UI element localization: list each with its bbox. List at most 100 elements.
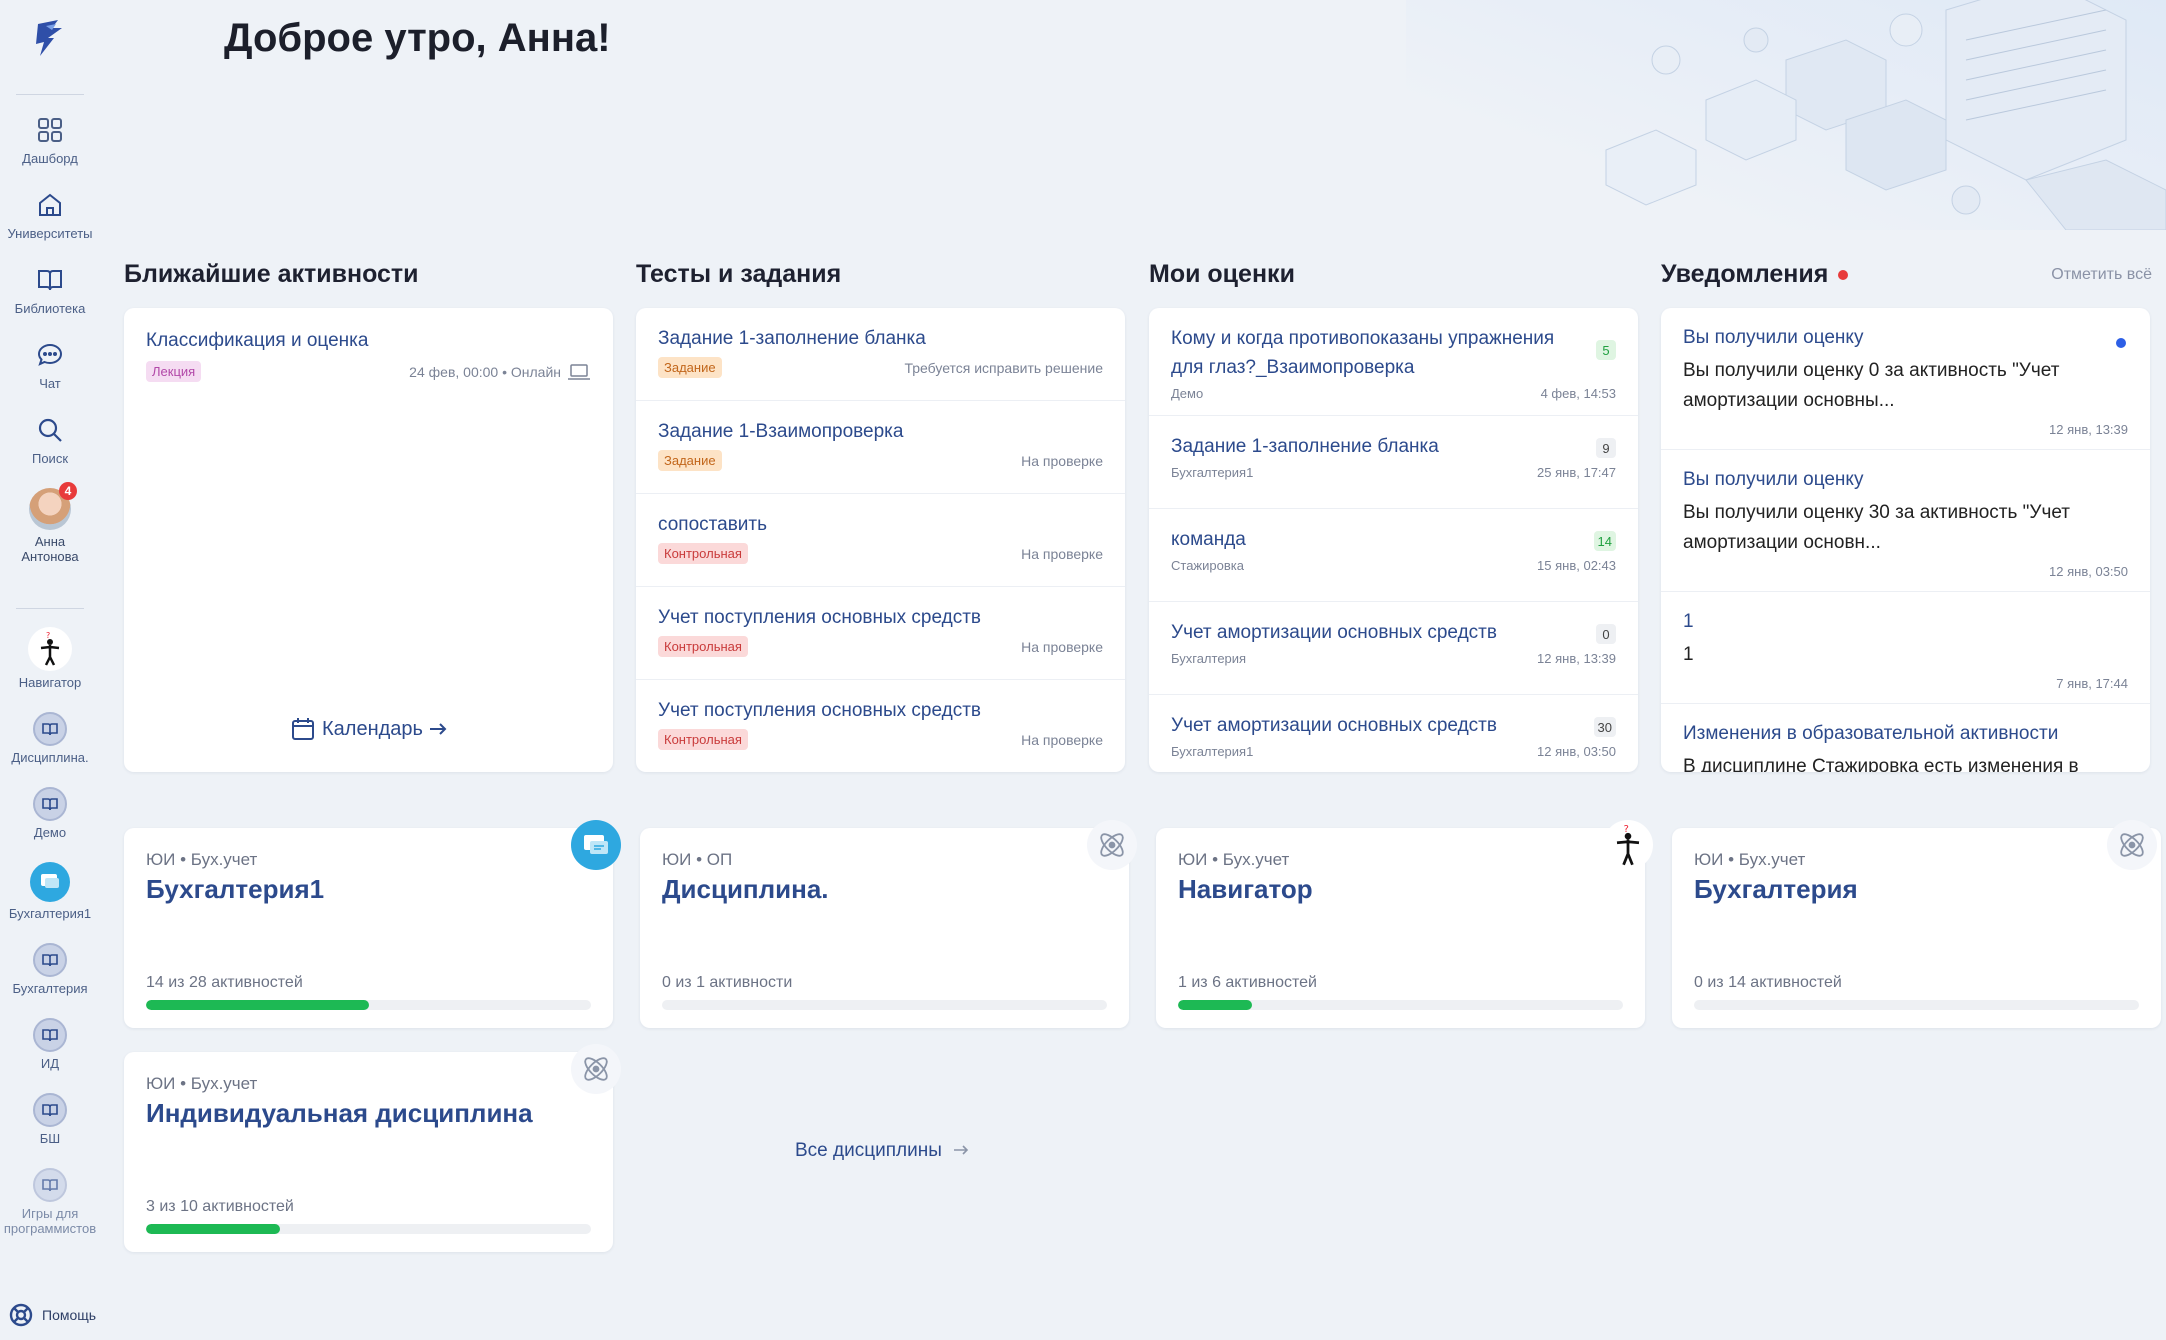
sidebar-discipline-accounting1[interactable]: Бухгалтерия1: [0, 862, 100, 921]
notification-item[interactable]: Вы получили оценку Вы получили оценку 30…: [1661, 450, 2150, 592]
sidebar-item-label: ИД: [40, 1056, 60, 1071]
discipline-progress-bar: [1694, 1000, 2139, 1010]
help-button[interactable]: Помощь: [8, 1302, 96, 1328]
sidebar-discipline-discipline[interactable]: Дисциплина.: [0, 712, 100, 765]
activities-card: Классификация и оценка Лекция 24 фев, 00…: [124, 308, 613, 772]
discipline-crumb: ЮИ • Бух.учет: [1694, 850, 1806, 869]
discipline-title: Дисциплина.: [662, 874, 829, 904]
grade-date: 4 фев, 14:53: [1540, 386, 1616, 401]
dashboard-icon: [33, 113, 67, 147]
notification-title: 1: [1683, 611, 1694, 632]
calendar-icon: [292, 718, 315, 740]
discipline-progress-label: 14 из 28 активностей: [146, 974, 303, 991]
grade-course: Демо: [1171, 386, 1204, 401]
test-status: На проверке: [1021, 545, 1103, 562]
sidebar-item-label: Игры для программистов: [3, 1206, 97, 1236]
chat-icon: [33, 338, 67, 372]
sidebar-item-label: Дашборд: [22, 151, 78, 166]
activities-title: Ближайшие активности: [124, 260, 419, 288]
sidebar-discipline-bsh[interactable]: БШ: [0, 1093, 100, 1146]
discipline-progress-label: 3 из 10 активностей: [146, 1198, 294, 1215]
notification-title: Вы получили оценку: [1683, 469, 1864, 490]
notification-body: Вы получили оценку 30 за активность "Уче…: [1683, 502, 2070, 553]
sidebar-item-label: Навигатор: [18, 675, 82, 690]
sidebar-discipline-demo[interactable]: Демо: [0, 787, 100, 840]
activity-name: Классификация и оценка: [146, 330, 369, 351]
grades-title: Мои оценки: [1149, 260, 1295, 288]
sidebar-item-label: Дисциплина.: [11, 750, 89, 765]
sidebar-item-label: Бухгалтерия: [12, 981, 88, 996]
discipline-title: Бухгалтерия: [1694, 874, 1858, 904]
grade-course: Бухгалтерия: [1171, 651, 1247, 666]
notification-body: 1: [1683, 644, 1694, 665]
sidebar-item-profile[interactable]: 4 Анна Антонова: [0, 482, 100, 564]
discipline-progress-bar: [146, 1224, 591, 1234]
grade-date: 12 янв, 03:50: [1537, 744, 1616, 759]
test-item[interactable]: Задание 1-Взаимопроверка Задание На пров…: [636, 401, 1125, 494]
user-name: Анна Антонова: [21, 534, 79, 564]
notification-date: 12 янв, 13:39: [2049, 422, 2128, 437]
avatar: 4: [29, 482, 77, 530]
svg-text:?: ?: [46, 631, 50, 640]
search-icon: [33, 413, 67, 447]
discipline-crumb: ЮИ • Бух.учет: [146, 850, 258, 869]
discipline-card-discipline[interactable]: ЮИ • ОП Дисциплина. 0 из 1 активности: [640, 820, 1137, 1028]
grade-score: 0: [1596, 624, 1616, 644]
sidebar-discipline-accounting[interactable]: Бухгалтерия: [0, 943, 100, 996]
grade-item[interactable]: команда 14 Стажировка 15 янв, 02:43: [1149, 509, 1638, 602]
arrow-right-icon: [954, 1145, 969, 1155]
sidebar-item-search[interactable]: Поиск: [0, 413, 100, 466]
grade-name: команда: [1171, 529, 1246, 550]
notification-item[interactable]: 1 1 7 янв, 17:44: [1661, 592, 2150, 704]
activity-tag: Лекция: [146, 361, 202, 382]
logo-icon[interactable]: [22, 10, 78, 66]
book-icon: [33, 787, 67, 821]
unread-indicator: [2116, 338, 2126, 348]
sidebar-item-library[interactable]: Библиотека: [0, 263, 100, 316]
test-item[interactable]: Учет поступления основных средств Контро…: [636, 680, 1125, 772]
notification-item[interactable]: Изменения в образовательной активности В…: [1661, 704, 2150, 772]
grade-item[interactable]: Задание 1-заполнение бланка 9 Бухгалтери…: [1149, 416, 1638, 509]
sidebar-item-dashboard[interactable]: Дашборд: [0, 113, 100, 166]
test-status: Требуется исправить решение: [904, 359, 1103, 376]
notification-date: 12 янв, 03:50: [2049, 564, 2128, 579]
progress-fill: [146, 1000, 369, 1010]
test-item[interactable]: сопоставить Контрольная На проверке: [636, 494, 1125, 587]
sidebar-discipline-id[interactable]: ИД: [0, 1018, 100, 1071]
discipline-card-individual[interactable]: ЮИ • Бух.учет Индивидуальная дисциплина …: [124, 1044, 621, 1252]
tests-title: Тесты и задания: [636, 260, 842, 288]
atom-icon: [2107, 820, 2157, 870]
discipline-card-accounting[interactable]: ЮИ • Бух.учет Бухгалтерия 0 из 14 активн…: [1672, 820, 2161, 1028]
notifications-title-text: Уведомления: [1661, 260, 1829, 288]
grade-item[interactable]: Кому и когда противопоказаны упражнения …: [1149, 308, 1638, 416]
notifications-card: Вы получили оценку Вы получили оценку 0 …: [1661, 308, 2150, 772]
activity-item[interactable]: Классификация и оценка Лекция 24 фев, 00…: [124, 308, 613, 400]
grade-item[interactable]: Учет амортизации основных средств 30 Бух…: [1149, 695, 1638, 772]
test-item[interactable]: Задание 1-заполнение бланка Задание Треб…: [636, 308, 1125, 401]
sidebar-item-label: Чат: [39, 376, 61, 391]
test-item[interactable]: Учет поступления основных средств Контро…: [636, 587, 1125, 680]
grade-item[interactable]: Учет амортизации основных средств 0 Бухг…: [1149, 602, 1638, 695]
notification-item[interactable]: Вы получили оценку Вы получили оценку 0 …: [1661, 308, 2150, 450]
grade-score: 30: [1593, 717, 1616, 737]
sidebar-item-chat[interactable]: Чат: [0, 338, 100, 391]
sidebar-item-universities[interactable]: Университеты: [0, 188, 100, 241]
sidebar-discipline-navigator[interactable]: ? Навигатор: [0, 627, 100, 690]
navigator-figure-icon: ?: [28, 627, 72, 671]
book-icon: [33, 263, 67, 297]
discipline-title: Навигатор: [1178, 874, 1313, 904]
sidebar-item-label: Бухгалтерия1: [8, 906, 92, 921]
discipline-card-accounting1[interactable]: ЮИ • Бух.учет Бухгалтерия1 14 из 28 акти…: [124, 820, 621, 1028]
city-illustration: [1406, 0, 2166, 230]
discipline-card-navigator[interactable]: ЮИ • Бух.учет Навигатор 1 из 6 активност…: [1156, 820, 1653, 1028]
book-icon: [33, 712, 67, 746]
test-name: сопоставить: [658, 514, 767, 535]
discipline-progress-label: 1 из 6 активностей: [1178, 974, 1317, 991]
grade-score: 9: [1596, 438, 1616, 458]
mark-all-read-button[interactable]: Отметить всё: [2051, 266, 2152, 284]
all-disciplines-link[interactable]: Все дисциплины: [795, 1140, 969, 1162]
sidebar-discipline-games[interactable]: Игры для программистов: [0, 1168, 100, 1236]
calendar-link[interactable]: Календарь: [124, 716, 613, 742]
grade-score: 14: [1593, 531, 1616, 551]
grade-course: Стажировка: [1171, 558, 1244, 573]
